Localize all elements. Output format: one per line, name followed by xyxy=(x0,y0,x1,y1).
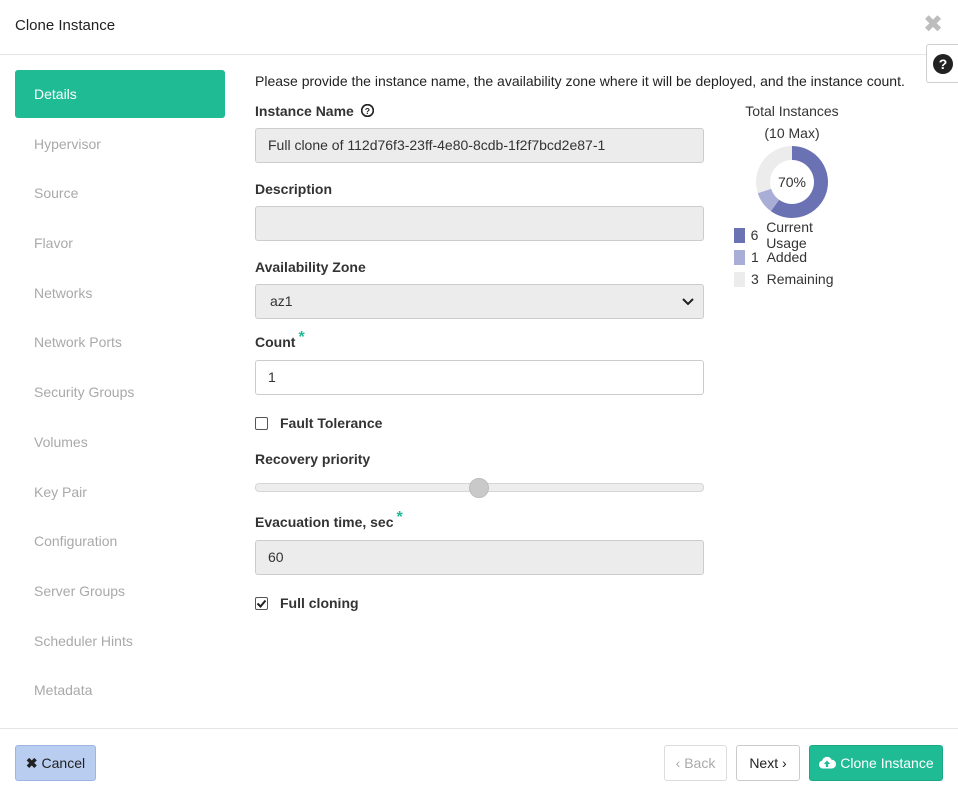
quota-title: Total Instances xyxy=(745,103,839,119)
nav-item-server-groups[interactable]: Server Groups xyxy=(15,567,225,617)
modal-header: Clone Instance ✖ xyxy=(0,0,958,55)
nav-item-volumes[interactable]: Volumes xyxy=(15,418,225,468)
quota-donut-wrapper: 70% xyxy=(730,144,854,224)
required-marker: * xyxy=(396,509,403,526)
description-label: Description xyxy=(255,181,333,197)
recovery-priority-slider-handle[interactable] xyxy=(469,478,489,498)
count-input[interactable]: 1 xyxy=(255,360,704,395)
quota-subtitle: (10 Max) xyxy=(764,125,820,141)
required-marker: * xyxy=(298,329,305,346)
availability-zone-value: az1 xyxy=(270,293,293,309)
nav-item-metadata[interactable]: Metadata xyxy=(15,666,225,716)
nav-item-scheduler-hints[interactable]: Scheduler Hints xyxy=(15,617,225,667)
fault-tolerance-label: Fault Tolerance xyxy=(280,415,383,431)
evacuation-time-label: Evacuation time, sec * xyxy=(255,509,403,530)
full-cloning-toggle[interactable]: Full cloning xyxy=(255,595,359,611)
clone-instance-button[interactable]: Clone Instance xyxy=(809,745,943,781)
evacuation-time-input[interactable]: 60 xyxy=(255,540,704,575)
nav-item-networks[interactable]: Networks xyxy=(15,269,225,319)
nav-item-configuration[interactable]: Configuration xyxy=(15,517,225,567)
quota-donut: 70% xyxy=(756,146,828,218)
full-cloning-label: Full cloning xyxy=(280,595,359,611)
chevron-down-icon xyxy=(682,298,694,306)
fault-tolerance-toggle[interactable]: Fault Tolerance xyxy=(255,415,382,431)
quota-legend: 6 Current Usage 1 Added 3 Remaining xyxy=(730,219,854,290)
chevron-right-icon: › xyxy=(782,755,787,771)
nav-item-network-ports[interactable]: Network Ports xyxy=(15,318,225,368)
recovery-priority-label: Recovery priority xyxy=(255,451,371,467)
count-label: Count * xyxy=(255,329,305,350)
fault-tolerance-checkbox[interactable] xyxy=(255,416,268,430)
donut-segment-added xyxy=(757,188,780,212)
wizard-sidebar: Details Hypervisor Source Flavor Network… xyxy=(15,70,225,716)
legend-swatch-current xyxy=(734,227,745,243)
modal-footer: ✖ Cancel ‹ Back Next › Clone Instance xyxy=(0,728,958,795)
cloud-upload-icon xyxy=(819,756,837,769)
question-circle-icon[interactable]: ? xyxy=(360,103,374,118)
full-cloning-checkbox[interactable] xyxy=(255,596,268,610)
chevron-left-icon: ‹ xyxy=(675,755,681,771)
description-input[interactable] xyxy=(255,206,704,241)
nav-item-flavor[interactable]: Flavor xyxy=(15,219,225,269)
instances-quota-chart: Total Instances (10 Max) 70% 6 Current U… xyxy=(730,100,854,290)
nav-item-security-groups[interactable]: Security Groups xyxy=(15,368,225,418)
legend-current-usage: 6 Current Usage xyxy=(734,219,854,251)
legend-swatch-added xyxy=(734,249,745,265)
availability-zone-select[interactable]: az1 xyxy=(255,284,704,319)
question-circle-icon: ? xyxy=(932,53,953,74)
close-icon[interactable]: ✖ xyxy=(922,13,944,37)
cancel-button[interactable]: ✖ Cancel xyxy=(15,745,96,781)
nav-item-hypervisor[interactable]: Hypervisor xyxy=(15,120,225,170)
instance-name-input[interactable]: Full clone of 112d76f3-23ff-4e80-8cdb-1f… xyxy=(255,128,704,163)
svg-text:?: ? xyxy=(365,106,370,116)
modal-title: Clone Instance xyxy=(15,17,116,34)
nav-item-source[interactable]: Source xyxy=(15,169,225,219)
instance-name-label: Instance Name ? xyxy=(255,103,374,119)
back-button[interactable]: ‹ Back xyxy=(664,745,727,781)
check-icon xyxy=(256,599,267,608)
help-button[interactable]: ? xyxy=(926,44,958,83)
intro-text: Please provide the instance name, the av… xyxy=(255,73,905,89)
legend-swatch-remaining xyxy=(734,271,745,287)
nav-item-key-pair[interactable]: Key Pair xyxy=(15,468,225,518)
legend-remaining: 3 Remaining xyxy=(734,268,854,290)
svg-text:?: ? xyxy=(938,56,947,72)
next-button[interactable]: Next › xyxy=(736,745,800,781)
quota-percent-label: 70% xyxy=(778,174,806,190)
availability-zone-label: Availability Zone xyxy=(255,259,366,275)
close-icon: ✖ xyxy=(25,755,38,771)
nav-item-details[interactable]: Details xyxy=(15,70,225,118)
